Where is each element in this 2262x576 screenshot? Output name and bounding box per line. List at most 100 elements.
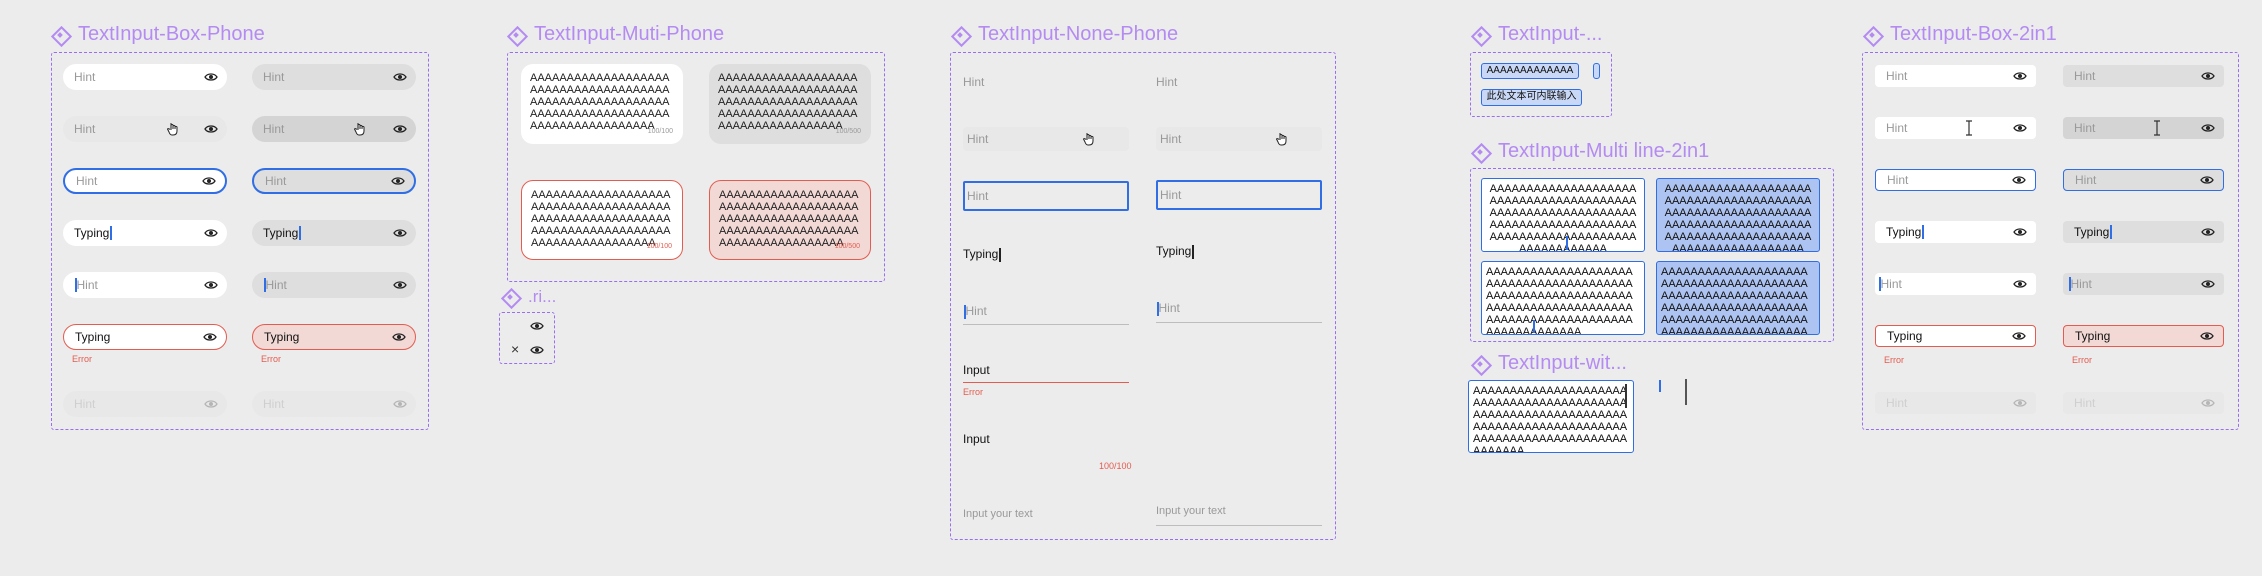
none-input-focused[interactable]: Hint xyxy=(963,181,1129,211)
eye-icon[interactable] xyxy=(2013,227,2027,237)
box-input-grey-typing[interactable]: Typing xyxy=(252,220,416,246)
box-2in1-focused[interactable]: Hint xyxy=(1875,169,2036,191)
inline-input-1[interactable]: AAAAAAAAAAAAAA xyxy=(1481,63,1579,79)
box-input-typing[interactable]: Typing xyxy=(63,220,227,246)
box-2in1-hover[interactable]: Hint xyxy=(1875,117,2036,139)
box-2in1-focus-empty[interactable]: Hint xyxy=(1875,273,2036,295)
box-2in1-typing[interactable]: Typing xyxy=(1875,221,2036,243)
hand-cursor-icon xyxy=(1276,132,1288,146)
eye-icon[interactable] xyxy=(204,228,218,238)
box-2in1-grey-focus-empty[interactable]: Hint xyxy=(2063,273,2224,295)
eye-icon[interactable] xyxy=(391,176,405,186)
multiline-2in1-focused[interactable]: AAAAAAAAAAAAAAAAAAAAAAAAAAAAAAAAAAAAAAAA… xyxy=(1481,178,1645,252)
hint-text: Hint xyxy=(2075,173,2097,187)
eye-icon[interactable] xyxy=(2201,227,2215,237)
box-input-focused[interactable]: Hint xyxy=(63,168,227,194)
frame-small xyxy=(1470,52,1612,117)
eye-icon[interactable] xyxy=(393,72,407,82)
eye-icon[interactable] xyxy=(202,176,216,186)
eye-icon[interactable] xyxy=(393,124,407,134)
close-icon[interactable]: × xyxy=(511,341,519,357)
none-input-hover[interactable]: Hint xyxy=(963,127,1129,151)
none-input-placeholder[interactable]: Input your text xyxy=(963,508,1033,520)
multiline-input-error[interactable]: AAAAAAAAAAAAAAAAAAAAAAAAAAAAAAAAAAAAAAAA… xyxy=(521,180,683,260)
multiline-text: AAAAAAAAAAAAAAAAAAAAAAAAAAAAAAAAAAAAAAAA… xyxy=(531,189,671,249)
eye-icon[interactable] xyxy=(393,228,407,238)
multiline-2in1-selected[interactable]: AAAAAAAAAAAAAAAAAAAAAAAAAAAAAAAAAAAAAAAA… xyxy=(1656,178,1820,252)
none-input-error[interactable]: Input xyxy=(963,363,990,377)
eye-icon[interactable] xyxy=(2200,175,2214,185)
error-label: Error xyxy=(261,354,281,364)
box-input-focus-empty[interactable]: Hint xyxy=(63,272,227,298)
eye-icon[interactable] xyxy=(2201,279,2215,289)
hint-text: Hint xyxy=(2070,277,2092,291)
box-2in1-error[interactable]: Typing xyxy=(1875,325,2036,347)
text-caret xyxy=(299,226,301,240)
eye-icon[interactable] xyxy=(530,321,544,331)
hint-text: Hint xyxy=(2074,396,2096,410)
text-cursor-icon xyxy=(1965,120,1973,136)
multiline-2in1-scroll[interactable]: AAAAAAAAAAAAAAAAAAAAAAAAAAAAAAAAAAAAAAAA… xyxy=(1481,261,1645,335)
underline xyxy=(963,324,1129,325)
eye-icon[interactable] xyxy=(204,280,218,290)
eye-icon[interactable] xyxy=(2013,123,2027,133)
eye-icon[interactable] xyxy=(393,280,407,290)
none-input-typing[interactable]: Typing xyxy=(963,247,1001,262)
none-input-placeholder[interactable]: Input your text xyxy=(1156,505,1226,517)
inline-input-empty[interactable] xyxy=(1593,63,1600,79)
box-2in1-default[interactable]: Hint xyxy=(1875,65,2036,87)
typing-text: Typing xyxy=(963,247,999,261)
eye-icon[interactable] xyxy=(2013,279,2027,289)
eye-icon[interactable] xyxy=(2201,71,2215,81)
none-input-focus-empty[interactable]: Hint xyxy=(1156,301,1180,316)
box-2in1-grey-default[interactable]: Hint xyxy=(2063,65,2224,87)
none-input-focused[interactable]: Hint xyxy=(1156,180,1322,210)
box-input-grey-hover[interactable]: Hint xyxy=(252,116,416,142)
multiline-input-grey[interactable]: AAAAAAAAAAAAAAAAAAAAAAAAAAAAAAAAAAAAAAAA… xyxy=(709,64,871,144)
hint-text: Hint xyxy=(74,122,96,136)
none-input-counter[interactable]: Input xyxy=(963,432,990,446)
eye-icon[interactable] xyxy=(204,124,218,134)
hand-cursor-icon xyxy=(354,122,366,136)
inline-input-2[interactable]: 此处文本可内联输入 xyxy=(1481,89,1582,106)
multiline-2in1-selected-scroll[interactable]: AAAAAAAAAAAAAAAAAAAAAAAAAAAAAAAAAAAAAAAA… xyxy=(1656,261,1820,335)
typing-text: Typing xyxy=(263,226,299,240)
box-input-hover[interactable]: Hint xyxy=(63,116,227,142)
eye-icon[interactable] xyxy=(203,332,217,342)
none-input-hint[interactable]: Hint xyxy=(1156,75,1177,89)
multiline-input-grey-error[interactable]: AAAAAAAAAAAAAAAAAAAAAAAAAAAAAAAAAAAAAAAA… xyxy=(709,180,871,260)
typing-text: Typing xyxy=(2074,225,2110,239)
eye-icon[interactable] xyxy=(204,72,218,82)
box-input-grey-focus-empty[interactable]: Hint xyxy=(252,272,416,298)
box-2in1-grey-error[interactable]: Typing xyxy=(2063,325,2224,347)
box-2in1-grey-typing[interactable]: Typing xyxy=(2063,221,2224,243)
none-input-hover[interactable]: Hint xyxy=(1156,127,1322,151)
text-caret xyxy=(1566,236,1568,250)
eye-icon[interactable] xyxy=(2013,71,2027,81)
text-caret xyxy=(1659,380,1661,392)
hint-text: Hint xyxy=(1886,121,1908,135)
eye-icon[interactable] xyxy=(2201,123,2215,133)
text-input-with-cursor[interactable]: AAAAAAAAAAAAAAAAAAAAAAAAAAAAAAAAAAAAAAAA… xyxy=(1468,380,1634,453)
component-icon xyxy=(52,27,68,43)
none-input-hint[interactable]: Hint xyxy=(963,75,984,89)
box-input-grey-disabled: Hint xyxy=(252,391,416,417)
box-2in1-grey-focused[interactable]: Hint xyxy=(2063,169,2224,191)
none-input-focus-empty[interactable]: Hint xyxy=(963,304,987,319)
eye-icon[interactable] xyxy=(2200,331,2214,341)
eye-icon[interactable] xyxy=(392,332,406,342)
typing-text: Typing xyxy=(74,226,110,240)
none-input-typing[interactable]: Typing xyxy=(1156,244,1194,259)
box-2in1-grey-hover[interactable]: Hint xyxy=(2063,117,2224,139)
box-input-grey-default[interactable]: Hint xyxy=(252,64,416,90)
multiline-text: AAAAAAAAAAAAAAAAAAAAAAAAAAAAAAAAAAAAAAAA… xyxy=(718,72,858,132)
box-input-error[interactable]: Typing xyxy=(63,324,227,350)
char-counter: 100/500 xyxy=(835,128,861,135)
eye-icon[interactable] xyxy=(2012,331,2026,341)
box-input-grey-error[interactable]: Typing xyxy=(252,324,416,350)
box-input-default[interactable]: Hint xyxy=(63,64,227,90)
box-input-grey-focused[interactable]: Hint xyxy=(252,168,416,194)
eye-icon[interactable] xyxy=(2012,175,2026,185)
multiline-input-default[interactable]: AAAAAAAAAAAAAAAAAAAAAAAAAAAAAAAAAAAAAAAA… xyxy=(521,64,683,144)
eye-icon[interactable] xyxy=(530,345,544,355)
